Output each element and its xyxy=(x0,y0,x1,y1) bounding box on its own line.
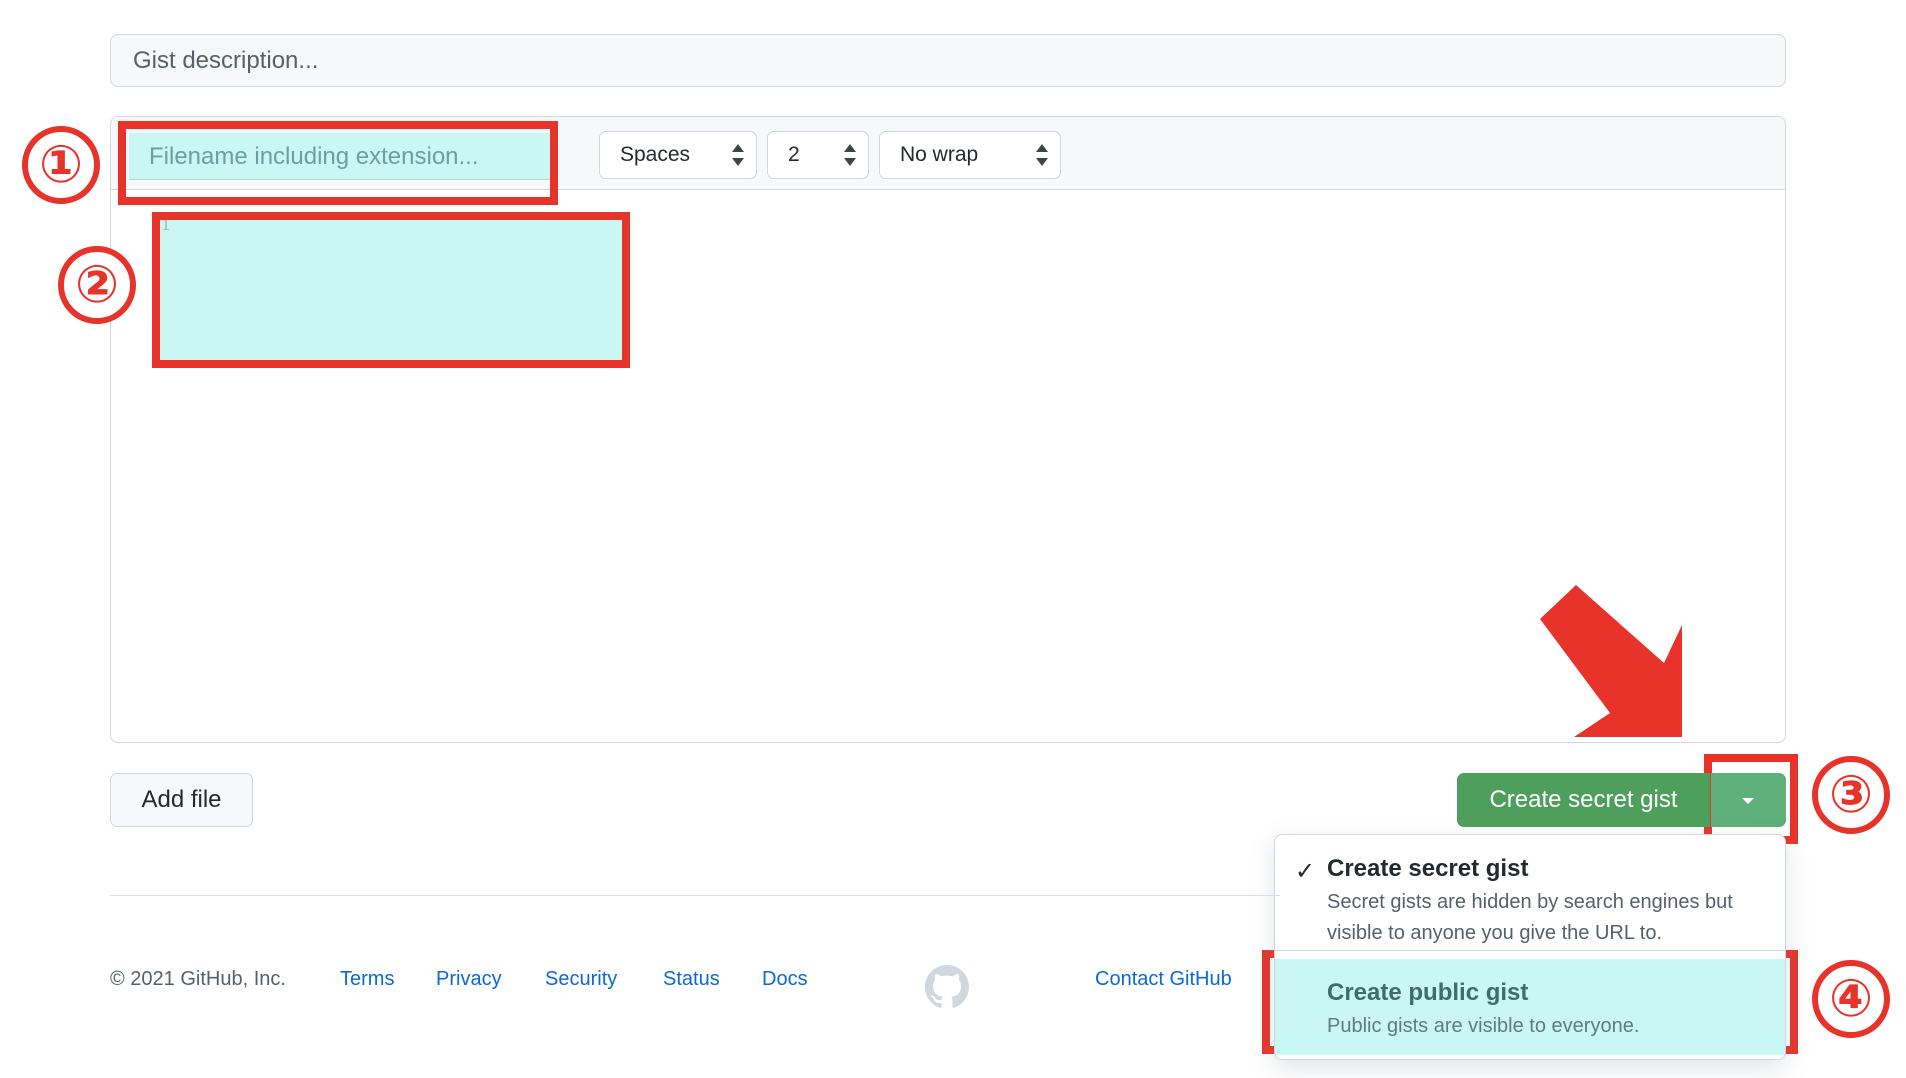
add-file-button[interactable]: Add file xyxy=(110,773,253,827)
create-gist-button[interactable]: Create secret gist xyxy=(1457,773,1710,827)
footer-divider xyxy=(110,895,1280,896)
wrap-mode-value: No wrap xyxy=(900,143,979,166)
annotation-box-2 xyxy=(152,212,630,368)
menu-item-secret-gist[interactable]: ✓ Create secret gist Secret gists are hi… xyxy=(1275,835,1785,951)
file-editor: Filename including extension... Spaces 2… xyxy=(110,116,1786,743)
footer-copyright: © 2021 GitHub, Inc. xyxy=(110,968,286,990)
footer-link-security[interactable]: Security xyxy=(545,968,617,991)
wrap-mode-select[interactable]: No wrap xyxy=(879,131,1061,179)
indent-mode-select[interactable]: Spaces xyxy=(599,131,757,179)
select-caret-icon xyxy=(844,144,856,166)
pointer-arrow-icon xyxy=(1540,585,1682,737)
check-icon: ✓ xyxy=(1295,858,1316,885)
annotation-number-1: ① xyxy=(22,126,100,204)
gist-description-input[interactable]: Gist description... xyxy=(110,34,1786,87)
menu-item-title: Create public gist xyxy=(1327,979,1529,1006)
annotation-number-4: ④ xyxy=(1812,960,1890,1038)
annotation-box-1 xyxy=(118,121,558,205)
menu-item-public-gist[interactable]: Create public gist Public gists are visi… xyxy=(1275,959,1785,1055)
create-options-menu: ✓ Create secret gist Secret gists are hi… xyxy=(1274,834,1786,1060)
footer-link-terms[interactable]: Terms xyxy=(340,968,394,991)
create-options-dropdown-button[interactable] xyxy=(1711,773,1786,827)
github-mark-icon[interactable] xyxy=(925,965,969,1009)
triangle-down-icon xyxy=(1742,798,1754,804)
menu-item-description: Public gists are visible to everyone. xyxy=(1327,1015,1640,1037)
indent-size-select[interactable]: 2 xyxy=(767,131,869,179)
annotation-number-3: ③ xyxy=(1812,756,1890,834)
footer-link-privacy[interactable]: Privacy xyxy=(436,968,502,991)
select-caret-icon xyxy=(732,144,744,166)
indent-size-value: 2 xyxy=(788,143,800,166)
menu-item-title: Create secret gist xyxy=(1327,855,1529,882)
menu-item-description: Secret gists are hidden by search engine… xyxy=(1327,891,1733,944)
indent-mode-value: Spaces xyxy=(620,143,691,166)
footer-link-contact[interactable]: Contact GitHub xyxy=(1095,968,1232,991)
annotation-number-2: ② xyxy=(58,246,136,324)
footer-link-docs[interactable]: Docs xyxy=(762,968,808,991)
footer-link-status[interactable]: Status xyxy=(663,968,720,991)
select-caret-icon xyxy=(1036,144,1048,166)
